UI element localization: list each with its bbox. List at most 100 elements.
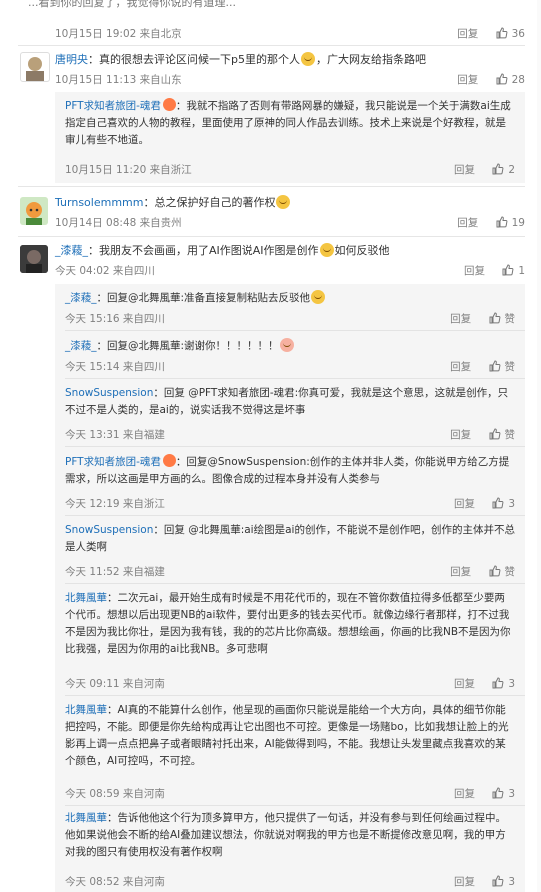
reply-actions: 回复 赞 — [450, 359, 515, 374]
comment-meta: 10月15日 19:02 来自北京 — [55, 28, 182, 40]
like-count: 36 — [511, 28, 525, 40]
comment-text: 唐明央：真的很想去评论区问候一下p5里的那个人 ，广大网友给指条路吧 — [55, 51, 525, 69]
avatar[interactable] — [20, 197, 48, 225]
reply-body: ：回复@北舞風華:准备直接复制粘贴去反驳他 — [96, 292, 311, 304]
thumb-up-icon — [489, 565, 500, 577]
reply-button[interactable]: 回复 — [454, 162, 475, 177]
like-count: 赞 — [504, 429, 516, 441]
thumb-up-icon — [492, 677, 504, 689]
like-count: 1 — [518, 265, 525, 277]
username[interactable]: 北舞風華 — [65, 704, 107, 716]
reply-button[interactable]: 回复 — [450, 359, 471, 374]
thumb-up-icon — [502, 264, 514, 276]
like-count: 赞 — [504, 361, 516, 373]
reply-actions: 回复 3 — [454, 676, 515, 691]
thumb-up-icon — [496, 216, 508, 228]
username[interactable]: SnowSuspension — [65, 387, 153, 399]
thumb-up-icon — [492, 875, 504, 887]
like-button[interactable]: 3 — [492, 677, 515, 690]
reply-button[interactable]: 回复 — [464, 263, 485, 278]
comment-body-2: 如何反驳他 — [334, 244, 390, 257]
like-button[interactable]: 3 — [492, 875, 515, 888]
like-button[interactable]: 3 — [492, 787, 515, 800]
reply-text: SnowSuspension：回复 @PFT求知者旅团-魂君:你真可爱，我就是这… — [65, 385, 515, 419]
avatar[interactable] — [20, 52, 50, 82]
reply-actions: 回复 2 — [454, 162, 515, 177]
reply-button[interactable]: 回复 — [454, 786, 475, 801]
username[interactable]: PFT求知者旅团-魂君 — [65, 100, 161, 112]
like-count: 赞 — [504, 313, 516, 325]
reply-text: _漆薐_：回复@北舞風華:准备直接复制粘贴去反驳他 — [65, 290, 515, 307]
avatar[interactable] — [20, 245, 48, 273]
smile-emoji-icon — [300, 52, 315, 66]
reply-meta: 今天 15:14 来自四川 — [65, 361, 165, 373]
like-button[interactable]: 19 — [496, 216, 525, 229]
like-button[interactable]: 赞 — [489, 312, 516, 325]
reply-button[interactable]: 回复 — [450, 564, 471, 579]
username[interactable]: Turnsolemmmm — [55, 196, 143, 209]
reply-text: 北舞風華：AI真的不能算什么创作，他呈现的画面你只能说是能给一个大方向，具体的细… — [65, 702, 515, 770]
divider — [18, 186, 525, 187]
scrollbar[interactable] — [537, 0, 541, 892]
username[interactable]: 北舞風華 — [65, 592, 107, 604]
reply-actions: 回复 赞 — [450, 564, 515, 579]
reply-button[interactable]: 回复 — [457, 26, 478, 41]
comment-body-2: ，广大网友给指条路吧 — [315, 53, 426, 66]
divider — [65, 446, 525, 447]
reply-actions: 回复 赞 — [450, 311, 515, 326]
username[interactable]: _漆薐_ — [55, 244, 88, 257]
username[interactable]: SnowSuspension — [65, 524, 153, 536]
username[interactable]: _漆薐_ — [65, 292, 97, 304]
like-button[interactable]: 36 — [496, 27, 525, 40]
reply-text: PFT求知者旅团-魂君 ：回复@SnowSuspension:创作的主体并非人类，… — [65, 454, 515, 488]
avatar-image — [20, 197, 48, 225]
reply-button[interactable]: 回复 — [454, 874, 475, 889]
comment-text: Turnsolemmmm：总之保护好自己的著作权 — [55, 194, 525, 212]
reply-thread: PFT求知者旅团-魂君 ：我就不指路了否则有带路网暴的嫌疑，我只能说是一个关于满数… — [55, 92, 525, 183]
cutoff-text: ...看到你的回复了，我觉得你说的有道理... — [28, 0, 236, 9]
kiss-emoji-icon — [279, 338, 294, 352]
like-button[interactable]: 赞 — [489, 428, 516, 441]
like-button[interactable]: 3 — [492, 497, 515, 510]
reply-meta: 今天 08:52 来自河南 — [65, 876, 165, 888]
thumb-up-icon — [492, 163, 504, 175]
like-button[interactable]: 赞 — [489, 360, 516, 373]
like-count: 28 — [511, 74, 525, 86]
reply-button[interactable]: 回复 — [457, 215, 478, 230]
username[interactable]: 北舞風華 — [65, 812, 107, 824]
divider — [18, 236, 525, 237]
comment-meta: 10月14日 08:48 来自贵州 — [55, 217, 182, 229]
like-button[interactable]: 2 — [492, 163, 515, 176]
comment-actions: 回复 28 — [457, 72, 525, 87]
comment-body: ：真的很想去评论区问候一下p5里的那个人 — [88, 53, 300, 66]
thumb-up-icon — [492, 497, 504, 509]
reply-button[interactable]: 回复 — [454, 496, 475, 511]
comment-text: _漆薐_：我朋友不会画画，用了AI作图说AI作图是创作 如何反驳他 — [55, 242, 525, 260]
reply-button[interactable]: 回复 — [454, 676, 475, 691]
thumb-up-icon — [489, 360, 500, 372]
smile-emoji-icon — [276, 195, 291, 209]
username[interactable]: _漆薐_ — [65, 340, 97, 352]
reply-text: PFT求知者旅团-魂君 ：我就不指路了否则有带路网暴的嫌疑，我只能说是一个关于满数… — [65, 98, 515, 149]
reply-actions: 回复 3 — [454, 874, 515, 889]
thumb-up-icon — [496, 27, 508, 39]
reply-meta: 今天 15:16 来自四川 — [65, 313, 165, 325]
like-button[interactable]: 赞 — [489, 565, 515, 578]
reply-meta: 今天 11:52 来自福建 — [65, 566, 165, 578]
reply-button[interactable]: 回复 — [450, 311, 471, 326]
username[interactable]: 唐明央 — [55, 53, 88, 66]
like-count: 3 — [508, 678, 515, 690]
reply-body: ：二次元ai，最开始生成有时候是不用花代币的，现在不管你数值拉得多低都至少要两个… — [65, 592, 511, 655]
divider — [65, 515, 525, 516]
like-count: 3 — [508, 498, 515, 510]
username[interactable]: PFT求知者旅团-魂君 — [65, 456, 161, 468]
reply-button[interactable]: 回复 — [450, 427, 471, 442]
divider — [65, 805, 525, 806]
reply-button[interactable]: 回复 — [457, 72, 478, 87]
reply-body: ：告诉他他这个行为顶多算甲方，他只提供了一句话，并没有参与到任何绘画过程中。他如… — [65, 812, 506, 858]
previous-comment-cutoff: ...看到你的回复了，我觉得你说的有道理... — [0, 0, 541, 22]
like-button[interactable]: 1 — [502, 264, 525, 277]
reply-meta: 今天 08:59 来自河南 — [65, 788, 165, 800]
like-button[interactable]: 28 — [496, 73, 525, 86]
smile-emoji-icon — [311, 290, 326, 304]
